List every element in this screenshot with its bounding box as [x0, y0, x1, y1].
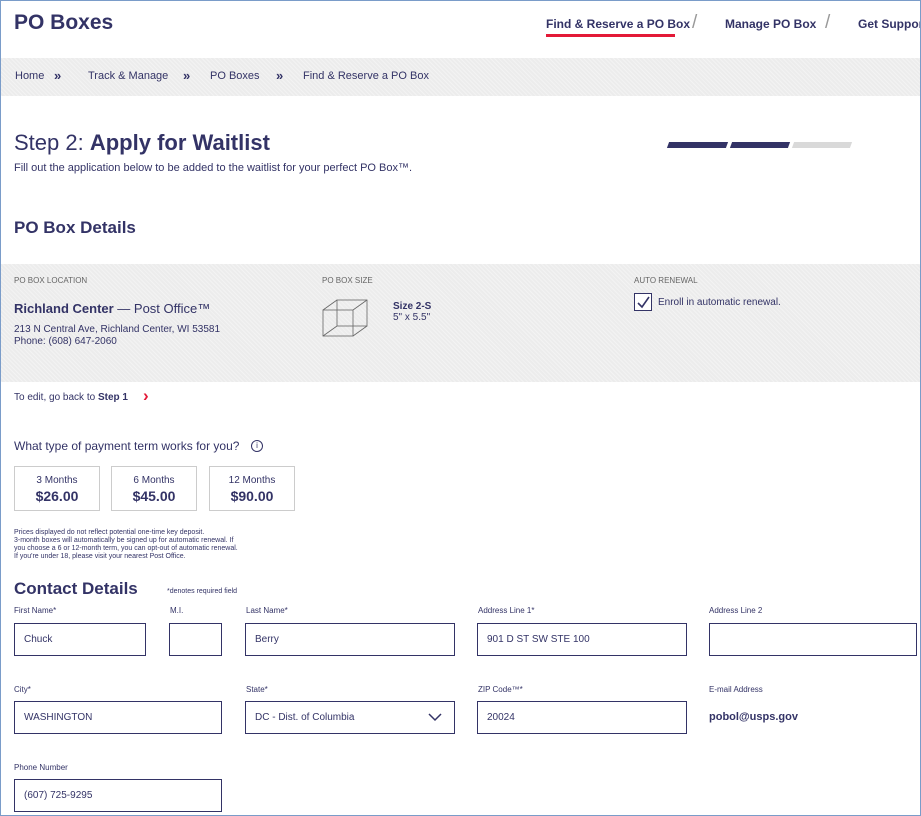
state-label: State*	[246, 685, 268, 694]
step-title: Step 2: Apply for Waitlist	[14, 130, 270, 156]
email-address-value: pobol@usps.gov	[709, 711, 798, 723]
edit-step-1[interactable]: Step 1	[98, 392, 128, 403]
location-address: 213 N Central Ave, Richland Center, WI 5…	[14, 324, 221, 335]
disclaimer-line: you choose a 6 or 12-month term, you can…	[14, 545, 238, 552]
term-label: 6 Months	[133, 475, 175, 486]
breadcrumb-track-manage[interactable]: Track & Manage	[88, 70, 168, 82]
breadcrumb-separator: »	[183, 68, 191, 83]
po-box-cube-icon	[322, 299, 368, 337]
location-suffix: — Post Office™	[113, 301, 211, 316]
auto-renewal-label: AUTO RENEWAL	[634, 276, 698, 285]
payment-term-question: What type of payment term works for you?	[14, 439, 240, 453]
nav-separator: /	[825, 12, 831, 33]
state-selected-value: DC - Dist. of Columbia	[255, 712, 355, 723]
required-field-note: *denotes required field	[167, 588, 238, 595]
section-title-po-box-details: PO Box Details	[14, 218, 136, 237]
mi-label: M.I.	[170, 606, 184, 615]
nav-find-reserve[interactable]: Find & Reserve a PO Box	[546, 17, 690, 31]
size-name: Size 2-S	[393, 301, 432, 312]
first-name-label: First Name*	[14, 606, 57, 615]
size-label: PO BOX SIZE	[322, 276, 373, 285]
city-field[interactable]: WASHINGTON	[14, 701, 222, 734]
term-option-12-months[interactable]: 12 Months $90.00	[209, 466, 295, 511]
email-label: E-mail Address	[709, 685, 763, 694]
address-line-1-field[interactable]: 901 D ST SW STE 100	[477, 623, 687, 656]
disclaimer-line: If you're under 18, please visit your ne…	[14, 553, 186, 560]
disclaimer-line: 3-month boxes will automatically be sign…	[14, 537, 234, 544]
breadcrumb-separator: »	[54, 68, 62, 83]
location-phone: Phone: (608) 647-2060	[14, 336, 117, 347]
state-select[interactable]: DC - Dist. of Columbia	[245, 701, 455, 734]
nav-get-support[interactable]: Get Support	[858, 17, 920, 31]
zip-code-label: ZIP Code™*	[478, 685, 523, 694]
last-name-field[interactable]: Berry	[245, 623, 455, 656]
location-label: PO BOX LOCATION	[14, 276, 88, 285]
nav-separator: /	[692, 12, 698, 33]
breadcrumb-home[interactable]: Home	[15, 70, 44, 82]
last-name-label: Last Name*	[246, 606, 288, 615]
step-name: Apply for Waitlist	[89, 130, 270, 155]
auto-renewal-checkbox[interactable]	[634, 293, 652, 311]
po-box-details-panel: PO BOX LOCATION Richland Center — Post O…	[1, 264, 920, 382]
page-frame: PO Boxes Find & Reserve a PO Box / Manag…	[0, 0, 921, 816]
step-prefix: Step 2:	[14, 130, 90, 155]
info-icon[interactable]: i	[251, 440, 263, 452]
location-name-bold: Richland Center	[14, 301, 114, 316]
zip-code-field[interactable]: 20024	[477, 701, 687, 734]
address-line-2-field[interactable]	[709, 623, 917, 656]
breadcrumb: Home » Track & Manage » PO Boxes » Find …	[1, 58, 920, 96]
term-price: $45.00	[132, 488, 176, 504]
progress-segment-complete	[729, 142, 791, 148]
edit-prefix: To edit, go back to	[14, 392, 98, 403]
address-line-2-label: Address Line 2	[709, 606, 763, 615]
size-dimensions: 5" x 5.5"	[393, 312, 431, 323]
nav-manage-po-box[interactable]: Manage PO Box	[725, 17, 816, 31]
phone-number-field[interactable]: (607) 725-9295	[14, 779, 222, 812]
location-name: Richland Center — Post Office™	[14, 301, 210, 316]
address-line-1-label: Address Line 1*	[478, 606, 535, 615]
phone-number-label: Phone Number	[14, 763, 68, 772]
chevron-right-icon[interactable]: ›	[143, 386, 149, 406]
brand-title: PO Boxes	[14, 11, 114, 34]
top-header: PO Boxes Find & Reserve a PO Box / Manag…	[1, 1, 920, 58]
term-option-6-months[interactable]: 6 Months $45.00	[111, 466, 197, 511]
section-title-contact-details: Contact Details	[14, 579, 138, 598]
term-label: 3 Months	[36, 475, 78, 486]
step-subtitle: Fill out the application below to be add…	[14, 162, 413, 174]
checkmark-icon	[637, 296, 650, 309]
middle-initial-field[interactable]	[169, 623, 222, 656]
chevron-down-icon	[428, 713, 442, 722]
edit-step-link[interactable]: To edit, go back to Step 1	[14, 392, 128, 403]
breadcrumb-separator: »	[276, 68, 284, 83]
breadcrumb-po-boxes[interactable]: PO Boxes	[210, 70, 260, 82]
progress-segment-incomplete	[791, 142, 853, 148]
term-price: $26.00	[35, 488, 79, 504]
city-label: City*	[14, 685, 31, 694]
disclaimer-line: Prices displayed do not reflect potentia…	[14, 529, 205, 536]
term-price: $90.00	[230, 488, 274, 504]
progress-segment-complete	[666, 142, 729, 148]
term-option-3-months[interactable]: 3 Months $26.00	[14, 466, 100, 511]
first-name-field[interactable]: Chuck	[14, 623, 146, 656]
breadcrumb-find-reserve[interactable]: Find & Reserve a PO Box	[303, 70, 429, 82]
nav-active-underline	[546, 34, 675, 37]
term-label: 12 Months	[228, 475, 276, 486]
auto-renewal-text: Enroll in automatic renewal.	[658, 297, 781, 308]
